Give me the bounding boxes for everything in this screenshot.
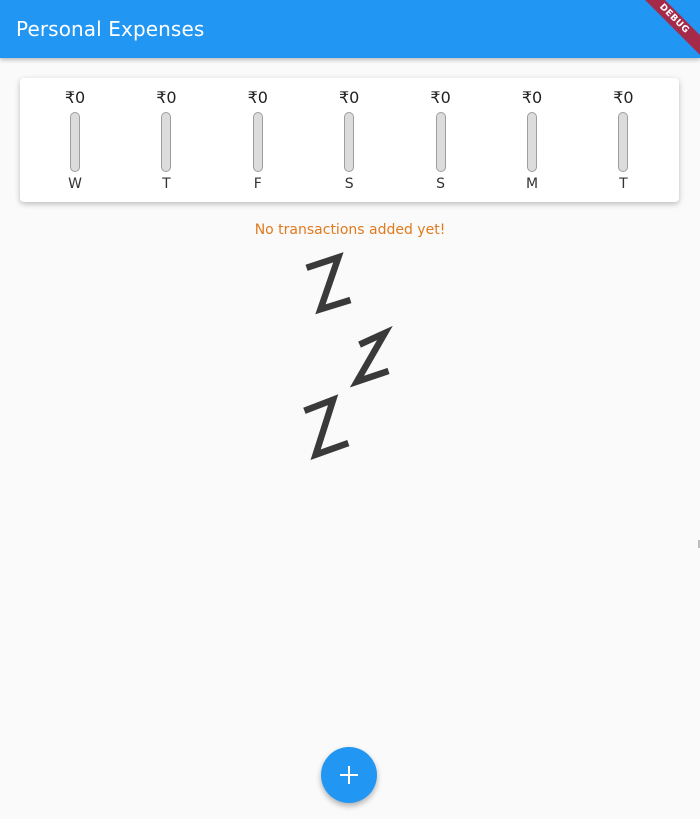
bar-day-label: S (344, 176, 354, 192)
chart-bar: ₹0 S (411, 78, 471, 202)
bar-day-label: T (619, 176, 628, 192)
bar-day-label: F (253, 176, 262, 192)
bar-track (70, 112, 80, 172)
bar-track (344, 112, 355, 172)
bar-day-label: M (525, 176, 539, 192)
bar-day-label: S (436, 176, 446, 192)
bar-track (527, 112, 537, 172)
chart-bar: ₹0 F (228, 78, 288, 202)
bar-amount: ₹0 (613, 88, 634, 107)
bar-day-label: W (68, 176, 82, 192)
bar-amount: ₹0 (64, 88, 86, 107)
bar-track (435, 112, 446, 172)
chart-bar: ₹0 W (45, 78, 105, 202)
chart-bar: ₹0 T (593, 78, 653, 202)
plus-icon (340, 766, 358, 784)
chart-bar: ₹0 S (319, 78, 379, 202)
bar-day-label: T (162, 176, 171, 192)
bar-amount: ₹0 (156, 88, 177, 107)
bar-track (618, 112, 629, 172)
weekly-chart-card: ₹0 W ₹0 T ₹0 F ₹0 S ₹0 S ₹0 M ₹0 T (20, 78, 679, 202)
bar-amount: ₹0 (430, 88, 451, 107)
chart-bar: ₹0 M (502, 78, 562, 202)
sleeping-zzz-icon (303, 252, 393, 460)
empty-state-message: No transactions added yet! (254, 222, 446, 238)
bar-amount: ₹0 (247, 88, 268, 107)
bar-track (252, 112, 263, 172)
chart-bar: ₹0 T (136, 78, 196, 202)
chart-bars: ₹0 W ₹0 T ₹0 F ₹0 S ₹0 S ₹0 M ₹0 T (20, 78, 679, 202)
bar-amount: ₹0 (521, 88, 543, 107)
bar-amount: ₹0 (339, 88, 360, 107)
bar-track (161, 112, 172, 172)
add-transaction-button[interactable] (321, 747, 377, 803)
app-title: Personal Expenses (16, 17, 205, 41)
app-bar: Personal Expenses (0, 0, 700, 58)
